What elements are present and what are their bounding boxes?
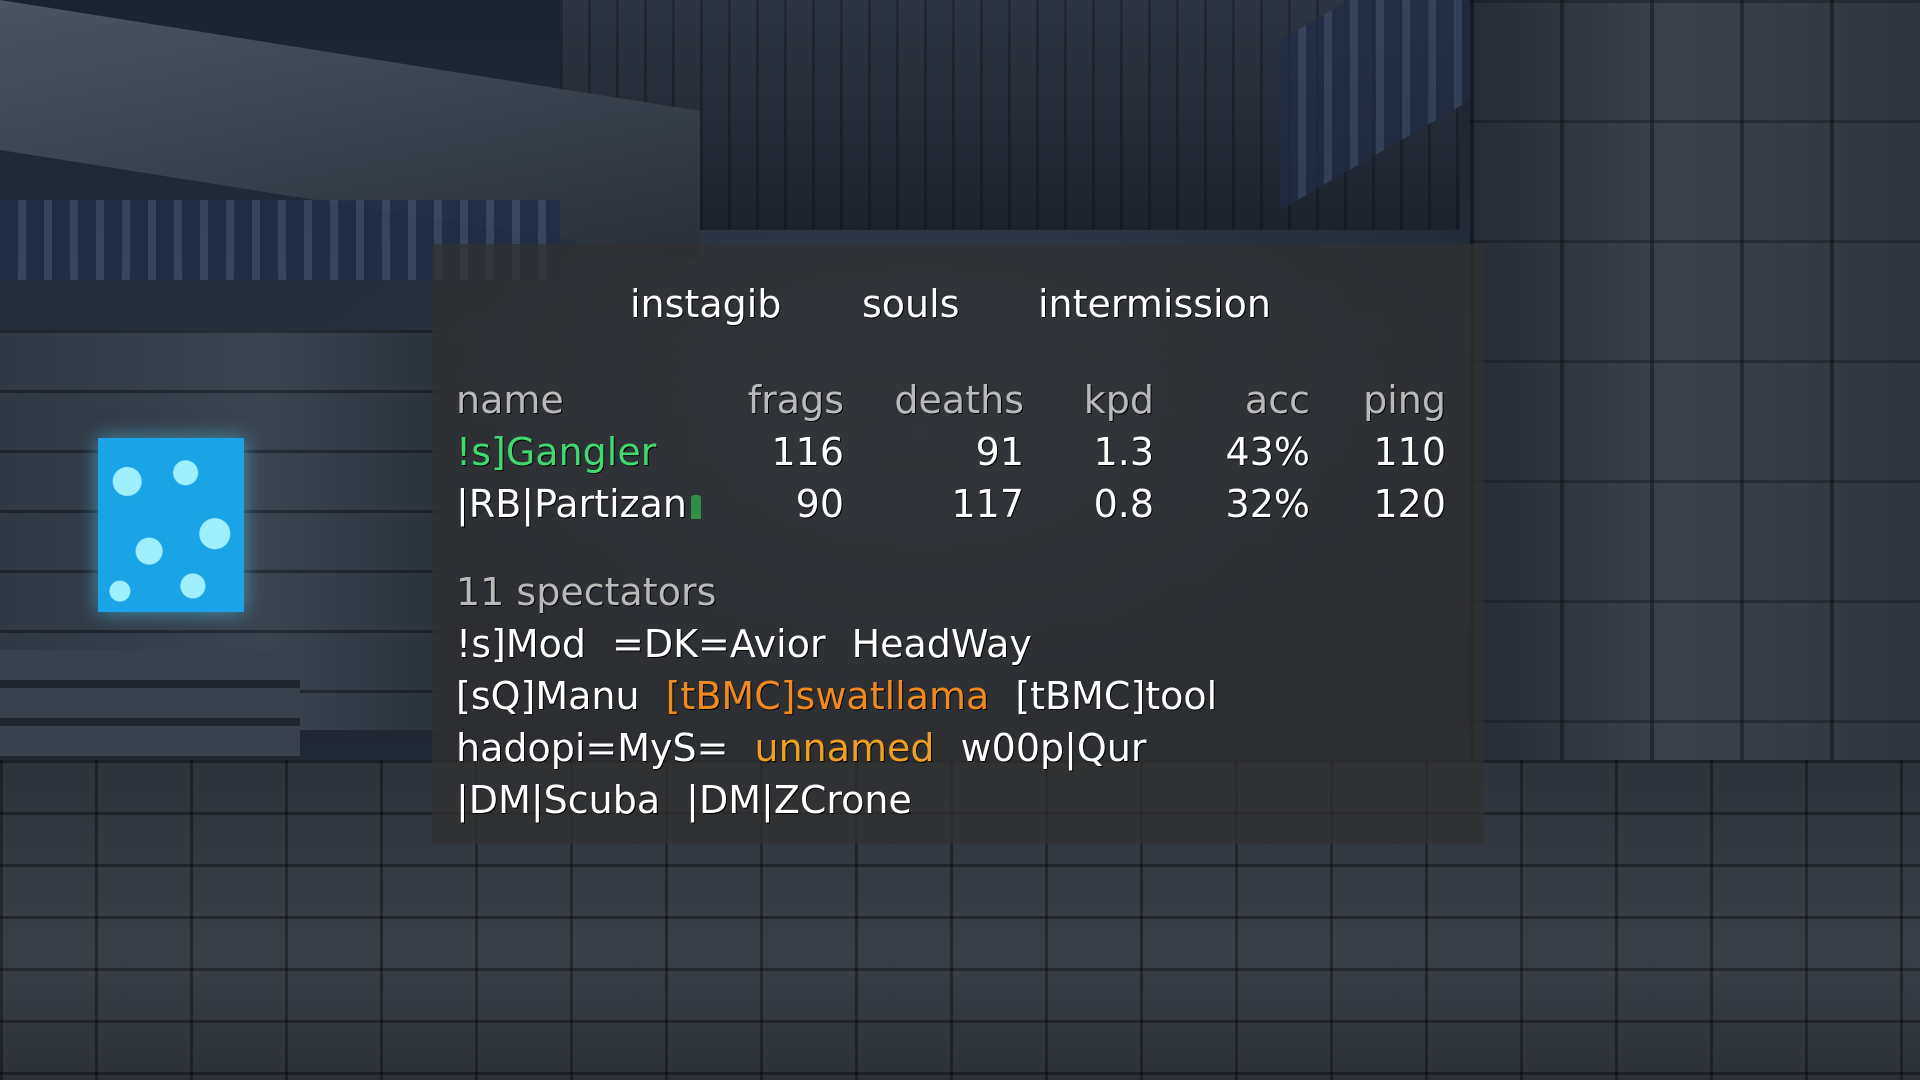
player-acc: 43% [1225,430,1310,474]
spectator-name: [tBMC]tool [1015,674,1218,718]
player-frags: 116 [771,430,844,474]
player-deaths: 91 [975,430,1024,474]
spectator-name: w00p|Qur [960,726,1147,770]
spectator-name: |DM|ZCrone [686,778,912,822]
player-name-cell: |RB|Partizan [456,478,701,530]
spectator-list: 11 spectators !s]Mod =DK=Avior HeadWay [sQ… [456,566,1456,826]
spectator-name: hadopi=MyS= [456,726,729,770]
player-kpd: 1.3 [1093,430,1154,474]
spectator-name: unnamed [754,726,935,770]
spectator-row: [sQ]Manu [tBMC]swatllama [tBMC]tool [456,670,1456,722]
player-deaths: 117 [951,482,1024,526]
column-header-frags: frags [747,378,844,422]
spectator-name: [tBMC]swatllama [665,674,990,718]
spectator-row: |DM|Scuba |DM|ZCrone [456,774,1456,826]
player-row: !s]Gangler 116 91 1.3 43% 110 [456,426,1456,478]
scoreboard-header: instagib souls intermission [0,282,1920,332]
column-header-acc: acc [1244,378,1310,422]
scoreboard-table: name frags deaths kpd acc ping !s]Gangle… [456,374,1456,530]
column-header-kpd: kpd [1083,378,1154,422]
spectator-name: [sQ]Manu [456,674,640,718]
teleporter-portal [98,438,244,612]
spectator-count: 11 spectators [456,570,717,614]
match-status: intermission [1038,282,1271,326]
column-header-deaths: deaths [894,378,1024,422]
player-frags: 90 [795,482,844,526]
column-header-ping: ping [1363,378,1446,422]
map-name: souls [862,282,960,326]
weapon-icon [690,494,701,519]
spectator-name: =DK=Avior [612,622,826,666]
spectator-name: |DM|Scuba [456,778,661,822]
spectator-name: HeadWay [851,622,1032,666]
player-name: |RB|Partizan [456,482,687,526]
player-acc: 32% [1225,482,1310,526]
game-mode: instagib [630,282,782,326]
spectator-row: !s]Mod =DK=Avior HeadWay [456,618,1456,670]
column-header-name: name [456,378,564,422]
table-header: name frags deaths kpd acc ping [456,374,1456,426]
player-row: |RB|Partizan 90 117 0.8 32% 120 [456,478,1456,530]
player-name: !s]Gangler [456,430,657,474]
spectator-name: !s]Mod [456,622,587,666]
player-ping: 110 [1373,430,1446,474]
player-ping: 120 [1373,482,1446,526]
player-kpd: 0.8 [1093,482,1154,526]
spectator-row: hadopi=MyS= unnamed w00p|Qur [456,722,1456,774]
